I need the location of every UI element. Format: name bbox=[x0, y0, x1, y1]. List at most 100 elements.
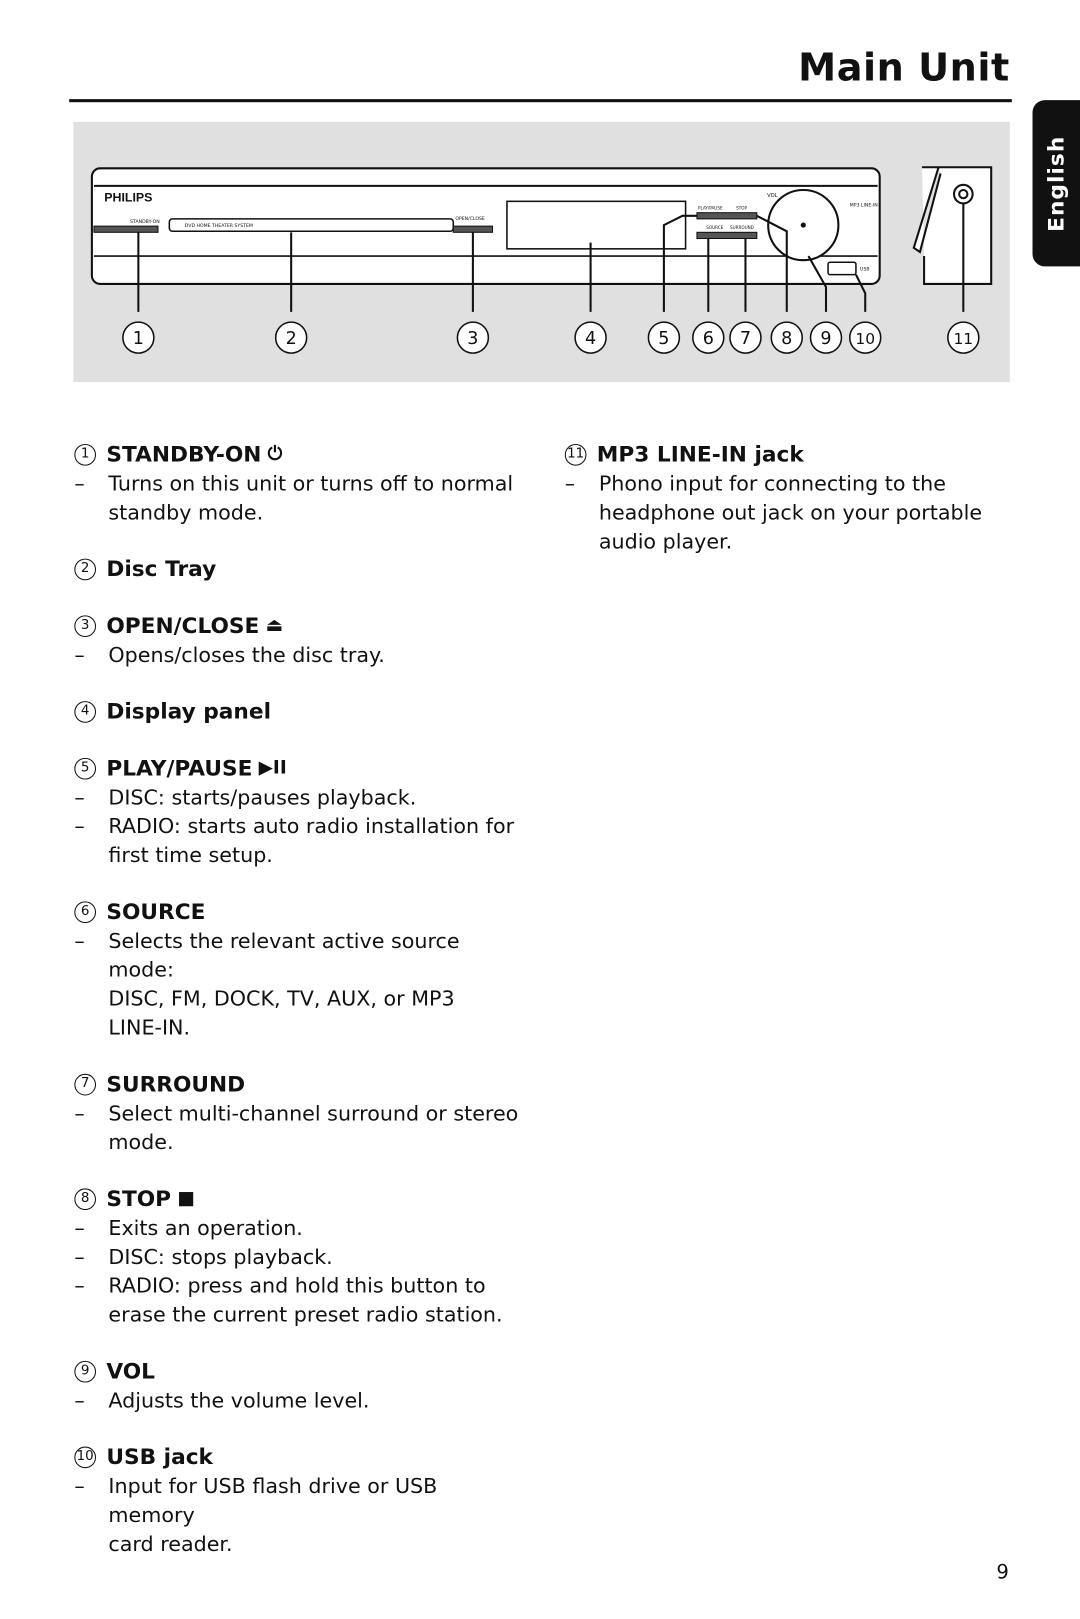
entry-number: 2 bbox=[74, 558, 97, 580]
entry-title: VOL bbox=[106, 1358, 156, 1384]
callout-number: 8 bbox=[781, 329, 792, 349]
entry-heading: 1 STANDBY-ON ⏻ bbox=[72, 440, 526, 469]
entry-disc-tray: 2 Disc Tray bbox=[72, 554, 526, 583]
entry-vol: 9 VOL – Adjusts the volume level. bbox=[72, 1357, 526, 1415]
entry-number: 1 bbox=[74, 443, 97, 466]
entry-title: OPEN/CLOSE bbox=[106, 613, 260, 639]
description-text: headphone out jack on your portable bbox=[598, 499, 983, 525]
entry-number: 9 bbox=[74, 1360, 97, 1383]
main-unit-diagram: PHILIPS STANDBY-ON DVD HOME THEATER SYST… bbox=[73, 121, 1010, 383]
entry-number: 5 bbox=[74, 757, 97, 780]
stop-label: STOP bbox=[736, 206, 747, 211]
dash-bullet: – bbox=[74, 1473, 85, 1499]
description-text: Opens/closes the disc tray. bbox=[108, 642, 385, 667]
entry-description-line: standby mode. bbox=[72, 498, 526, 527]
entry-description-line: – DISC: starts/pauses playback. bbox=[72, 783, 526, 812]
dash-bullet: – bbox=[74, 1273, 85, 1298]
entry-description-line: card reader. bbox=[72, 1529, 526, 1558]
description-text: standby mode. bbox=[108, 499, 264, 525]
description-text: LINE-IN. bbox=[108, 1014, 191, 1040]
entry-description-line: – Exits an operation. bbox=[72, 1213, 526, 1242]
description-text: Select multi-channel surround or stereo bbox=[108, 1100, 519, 1126]
surround-label: SURROUND bbox=[730, 225, 754, 230]
tray-label: DVD HOME THEATER SYSTEM bbox=[185, 223, 253, 229]
standby-label: STANDBY-ON bbox=[130, 219, 160, 225]
entry-number: 4 bbox=[74, 700, 97, 723]
callout-number: 5 bbox=[658, 329, 669, 349]
description-text: Input for USB flash drive or USB memory bbox=[108, 1473, 438, 1528]
entry-description-line: – Phono input for connecting to the bbox=[563, 469, 1017, 498]
description-text: Adjusts the volume level. bbox=[108, 1387, 370, 1413]
entry-usb-jack: 10 USB jack – Input for USB flash drive or … bbox=[72, 1442, 526, 1558]
callout-number: 11 bbox=[953, 330, 973, 348]
entry-number: 10 bbox=[74, 1446, 97, 1468]
description-text: Selects the relevant active source mode: bbox=[108, 928, 460, 982]
entry-heading: 10 USB jack bbox=[72, 1442, 526, 1471]
entry-title: PLAY/PAUSE bbox=[106, 755, 253, 781]
entry-title: STANDBY-ON bbox=[106, 441, 262, 467]
dash-bullet: – bbox=[74, 1387, 85, 1413]
entry-standby-on: 1 STANDBY-ON ⏻ – Turns on this unit or turns… bbox=[72, 440, 526, 527]
dash-bullet: – bbox=[74, 1215, 85, 1241]
entry-description-line: – Selects the relevant active source mode… bbox=[72, 926, 526, 984]
entry-description-line: – DISC: stops playback. bbox=[72, 1242, 526, 1271]
entry-number: 8 bbox=[74, 1187, 97, 1210]
entry-heading: 7 SURROUND bbox=[72, 1070, 526, 1099]
entry-description-line: LINE-IN. bbox=[72, 1013, 526, 1042]
entry-source: 6 SOURCE – Selects the relevant active sour… bbox=[72, 897, 526, 1042]
dash-bullet: – bbox=[74, 813, 85, 839]
description-text: RADIO: press and hold this button to bbox=[108, 1273, 486, 1298]
entry-title: USB jack bbox=[106, 1444, 213, 1470]
callout-number: 10 bbox=[855, 330, 875, 348]
description-text: audio player. bbox=[598, 528, 733, 554]
power-icon: ⏻ bbox=[267, 442, 283, 465]
title-rule bbox=[69, 99, 1012, 103]
description-text: first time setup. bbox=[108, 842, 273, 868]
page-title: Main Unit bbox=[798, 45, 1010, 90]
callout-number: 1 bbox=[133, 329, 144, 349]
dash-bullet: – bbox=[74, 784, 85, 810]
source-label: SOURCE bbox=[706, 225, 723, 230]
entry-description-line: – Select multi-channel surround or stereo bbox=[72, 1099, 526, 1128]
brand-logo: PHILIPS bbox=[104, 190, 152, 204]
dash-bullet: – bbox=[564, 470, 576, 496]
source-surround-buttons bbox=[696, 231, 758, 240]
entry-mp3-line-in-jack: 11 MP3 LINE-IN jack – Phono input for conne… bbox=[563, 440, 1017, 556]
description-text: mode. bbox=[108, 1129, 174, 1155]
entry-heading: 8 STOP ■ bbox=[72, 1184, 526, 1213]
entry-description-line: mode. bbox=[72, 1127, 526, 1156]
entry-open-close: 3 OPEN/CLOSE ⏏ – Opens/closes the disc tray. bbox=[72, 611, 526, 669]
entry-heading: 11 MP3 LINE-IN jack bbox=[563, 440, 1017, 469]
entry-description-line: first time setup. bbox=[72, 840, 526, 869]
left-column: 1 STANDBY-ON ⏻ – Turns on this unit or turns… bbox=[72, 440, 526, 1586]
entry-play-pause: 5 PLAY/PAUSE ▶II – DISC: starts/pauses playb… bbox=[72, 754, 526, 870]
callout-number: 9 bbox=[820, 329, 831, 349]
open-close-button bbox=[452, 225, 494, 233]
entry-heading: 2 Disc Tray bbox=[72, 554, 526, 583]
dash-bullet: – bbox=[74, 642, 85, 667]
entry-title: SOURCE bbox=[106, 899, 206, 925]
entry-description-line: – Input for USB flash drive or USB memory bbox=[72, 1471, 526, 1529]
entry-stop: 8 STOP ■ – Exits an operation. – DISC: stops p… bbox=[72, 1184, 526, 1329]
callout-number: 4 bbox=[585, 329, 596, 349]
language-tab: English bbox=[1032, 100, 1080, 267]
description-text: RADIO: starts auto radio installation fo… bbox=[108, 813, 515, 839]
stop-icon: ■ bbox=[177, 1187, 195, 1210]
entry-description-line: erase the current preset radio station. bbox=[72, 1300, 526, 1329]
entry-heading: 4 Display panel bbox=[72, 697, 526, 726]
device-side-view bbox=[912, 166, 993, 285]
display-panel bbox=[506, 200, 687, 250]
play-stop-buttons bbox=[696, 212, 758, 220]
dash-bullet: – bbox=[74, 1100, 85, 1126]
callout-number: 6 bbox=[703, 329, 714, 349]
description-text: DISC, FM, DOCK, TV, AUX, or MP3 bbox=[108, 986, 455, 1011]
callout-number: 2 bbox=[286, 329, 297, 349]
entry-description-line: DISC, FM, DOCK, TV, AUX, or MP3 bbox=[72, 984, 526, 1013]
standby-button bbox=[93, 225, 159, 233]
entry-number: 6 bbox=[74, 900, 97, 923]
callout-number: 7 bbox=[740, 329, 751, 349]
description-text: DISC: stops playback. bbox=[108, 1244, 333, 1269]
entry-title: STOP bbox=[106, 1186, 172, 1212]
entry-title: MP3 LINE-IN jack bbox=[596, 441, 804, 467]
dash-bullet: – bbox=[74, 1244, 85, 1269]
